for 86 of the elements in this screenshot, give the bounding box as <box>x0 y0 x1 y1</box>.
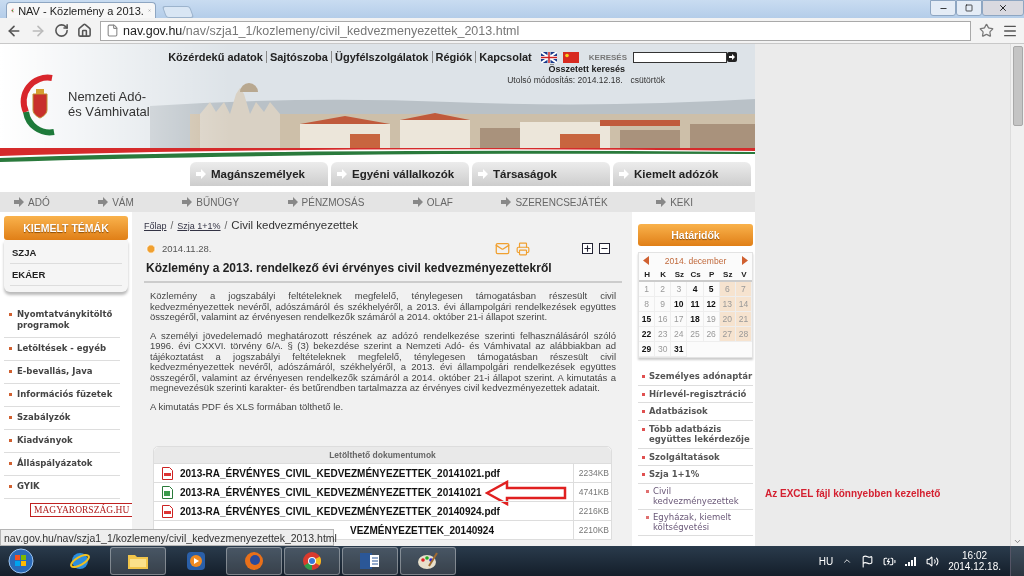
sidebar-link[interactable]: Letöltések - egyéb <box>17 343 106 354</box>
sidebar-link[interactable]: GYIK <box>17 481 40 492</box>
agency-name: Nemzeti Adó- <box>68 89 148 104</box>
sidebar-link[interactable]: E-bevallás, Java <box>17 366 93 377</box>
file-size: 2216KB <box>573 502 611 520</box>
breadcrumb-link[interactable]: Szja 1+1% <box>177 221 221 231</box>
agency-name: és Vámhivatal <box>68 104 150 119</box>
deadline-day[interactable]: 31 <box>671 342 688 357</box>
portal-logo[interactable]: MAGYARORSZÁG.HU <box>30 503 134 517</box>
article-title: Közlemény a 2013. rendelkező évi érvényes civil kedvezményezettekről <box>144 261 622 283</box>
nav-link[interactable]: SZERENCSEJÁTÉK <box>501 196 608 208</box>
document-link[interactable]: 2013-RA_ÉRVÉNYES_CIVIL_KEDVEZMÉNYEZETTEK_20141021.pdf <box>180 467 573 479</box>
document-link[interactable]: 2013-RA_ÉRVÉNYES_CIVIL_KEDVEZMÉNYEZETTEK_20140924.pdf <box>180 505 573 517</box>
file-size: 2234KB <box>573 464 611 482</box>
annotation-note: Az EXCEL fájl könnyebben kezelhető <box>765 488 941 499</box>
nav-link[interactable]: VÁM <box>98 196 134 208</box>
sidebar-sublink[interactable]: Civil kedvezményezettek <box>653 485 753 507</box>
nav-link[interactable]: OLAF <box>412 196 453 208</box>
sidebar-link[interactable]: Álláspályázatok <box>17 458 93 469</box>
deadline-day[interactable]: 10 <box>671 297 688 312</box>
document-link[interactable]: 2013-RA_ÉRVÉNYES_CIVIL_KEDVEZMÉNYEZETTEK_20141021 <box>180 486 573 498</box>
file-size: 4741KB <box>573 483 611 501</box>
sidebar-link[interactable]: Adatbázisok <box>649 406 708 417</box>
deadline-day[interactable]: 18 <box>687 312 704 327</box>
breadcrumb-separator: / <box>224 220 228 231</box>
sidebar-link[interactable]: Nyomtatványkitöltő programok <box>17 309 120 331</box>
category-tab[interactable]: Magánszemélyek <box>190 162 328 186</box>
weekday-header: H <box>639 268 656 282</box>
deadline-day[interactable]: 5 <box>703 282 720 297</box>
category-tab[interactable]: Kiemelt adózók <box>613 162 751 186</box>
weekday-header: K <box>655 268 672 282</box>
sidebar-link[interactable]: Kiadványok <box>17 435 73 446</box>
sidebar-link[interactable]: Szolgáltatások <box>649 451 720 462</box>
status-bar: nav.gov.hu/nav/szja1_1/kozlemeny/civil_kedvezmenyezettek_2013.html <box>0 529 334 546</box>
browser-tab[interactable]: NAV - Közlemény a 2013. <box>6 2 156 18</box>
deadline-day[interactable]: 4 <box>687 282 704 297</box>
deadline-day[interactable]: 12 <box>703 297 720 312</box>
address-bar[interactable]: nav.gov.hu/nav/szja1_1/kozlemeny/civil_kedvezmenyezettek_2013.html <box>100 20 971 41</box>
last-modified: Utolsó módosítás: 2014.12.18. <box>507 75 623 85</box>
featured-link[interactable]: SZJA <box>10 242 122 264</box>
featured-link[interactable]: EKÁER <box>10 264 122 286</box>
paragraph: A kimutatás PDF és XLS formában tölthető le. <box>150 401 345 412</box>
page-heading: Civil kedvezményezettek <box>231 219 358 231</box>
deadline-day[interactable]: 15 <box>639 312 656 327</box>
weekday: csütörtök <box>630 75 665 85</box>
sidebar-link[interactable]: Több adatbázis együttes lekérdezője <box>649 423 753 445</box>
nav-link[interactable]: ADÓ <box>14 196 50 208</box>
advanced-search-link[interactable]: Összetett keresés <box>548 64 625 74</box>
clock[interactable]: 16:02 2014.12.18. <box>948 550 1001 572</box>
sidebar-link[interactable]: Szja 1+1% <box>649 469 700 480</box>
paragraph: A személyi jövedelemadó meghatározott részének az adózó rendelkezése szerinti felhasználásáról szóló 1996. évi CXXVI. törvény 6/A. § (3) bekezdése szerint a Nemzeti Adó- és Vámhivatal az alábbiakban ad tájékoztatást a jogszabályi feltételeknek megfelelő, ténylegesen támogatásban részesült civil kedvezményezettek nevéről, adószámáról, székhelyéről, a 2013. évi állampolgári rendelkezések együttes összegéről, valamint az érvényesen rendelkezők számáról a 2014. október 21-i állapot szerint. A kimutatás a megnevezésük szerinti karakter- és betűrendben tartalmazza az érvényes civil kedvezményezettek adatait. <box>150 330 616 394</box>
sidebar-sublink[interactable]: Egyházak, kiemelt költségvetési <box>653 511 753 533</box>
article-date: 2014.11.28. <box>162 243 212 254</box>
top-link[interactable]: Közérdekű adatok <box>165 51 266 63</box>
downloads-title: Letölthető dokumentumok <box>154 447 611 463</box>
nav-link[interactable]: KEKI <box>656 196 693 208</box>
file-size: 2210KB <box>573 521 611 539</box>
deadline-day[interactable]: 22 <box>639 327 656 342</box>
language-indicator[interactable]: HU <box>818 555 834 567</box>
weekday-header: Cs <box>687 268 704 282</box>
deadline-day[interactable]: 29 <box>639 342 656 357</box>
top-link[interactable]: Sajtószoba <box>265 51 331 63</box>
sidebar-link[interactable]: Szabályzók <box>17 412 71 423</box>
sidebar-link[interactable]: Hírlevél-regisztráció <box>649 388 747 399</box>
nav-link[interactable]: PÉNZMOSÁS <box>287 196 365 208</box>
weekday-header: Sz <box>671 268 688 282</box>
top-link[interactable]: Ügyfélszolgálatok <box>330 51 432 63</box>
weekday-header: P <box>703 268 720 282</box>
deadline-day[interactable]: 11 <box>687 297 704 312</box>
sidebar-link[interactable]: Személyes adónaptár <box>649 371 753 382</box>
document-link[interactable]: VEZMÉNYEZETTEK_20140924 <box>350 524 494 536</box>
paragraph: Közlemény a jogszabályi feltételeknek megfelelő, ténylegesen támogatásban részesült civil kedvezményezettek nevéről, adószámáról és székhelyéről, a 2013. évi állampolgári rendelkezések együttes összegéről, valamint az érvényesen rendelkezők számáról a 2014. október 21-i állapot szerint. <box>150 291 616 323</box>
nav-link[interactable]: BŰNÜGY <box>182 196 240 208</box>
top-link[interactable]: Kapcsolat <box>475 51 535 63</box>
breadcrumb-link[interactable]: Főlap <box>144 221 167 231</box>
url-host: nav.gov.hu <box>123 23 183 38</box>
top-link[interactable]: Régiók <box>431 51 476 63</box>
calendar-month: 2014. december <box>664 255 727 266</box>
url-path: /nav/szja1_1/kozlemeny/civil_kedvezmenyezettek_2013.html <box>182 23 520 38</box>
section-header: Határidők <box>638 224 753 246</box>
search-label: KERESÉS <box>588 52 627 62</box>
category-tab[interactable]: Társaságok <box>472 162 610 186</box>
section-header: KIEMELT TÉMÁK <box>4 216 128 240</box>
sidebar-link[interactable]: Információs füzetek <box>17 389 113 400</box>
category-tab[interactable]: Egyéni vállalkozók <box>331 162 469 186</box>
breadcrumb-separator: / <box>170 220 174 231</box>
